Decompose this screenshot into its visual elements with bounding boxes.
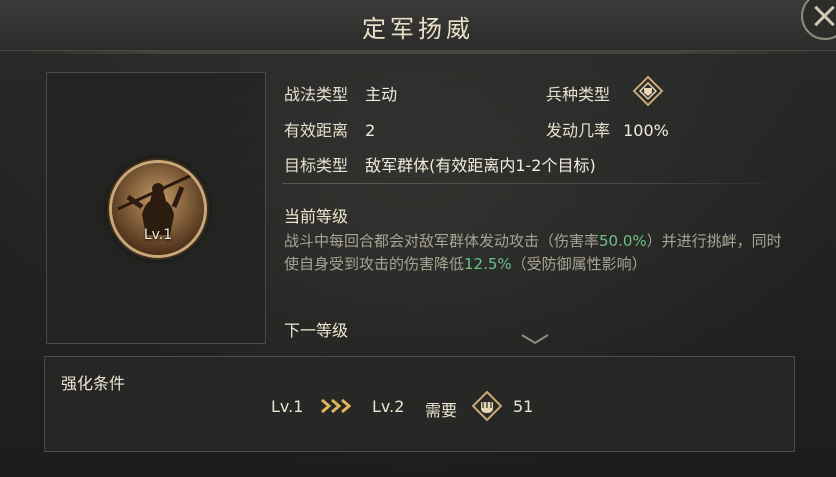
damage-rate: 50.0% xyxy=(599,232,647,250)
skill-detail-panel: 定军扬威 Lv.1 战法类型 主动 有效距离 2 目标类型 敌军群体(有效距离内… xyxy=(0,0,836,477)
target-row: 目标类型 敌军群体(有效距离内1-2个目标) xyxy=(284,152,596,176)
damage-reduction: 12.5% xyxy=(464,254,512,273)
divider xyxy=(282,183,790,184)
current-level-heading: 当前等级 xyxy=(284,207,349,226)
upgrade-title: 强化条件 xyxy=(61,374,126,393)
skill-type-row: 战法类型 主动 xyxy=(284,81,397,105)
skill-level: Lv.1 xyxy=(143,227,173,243)
troop-type-icon[interactable] xyxy=(632,75,664,107)
material-amount: 51 xyxy=(513,397,534,416)
page-title: 定军扬威 xyxy=(362,15,474,43)
skill-type-label: 战法类型 xyxy=(284,85,349,104)
material-icon[interactable] xyxy=(472,391,502,421)
troop-type-label: 兵种类型 xyxy=(546,85,611,104)
skill-medallion: Lv.1 xyxy=(109,160,207,258)
next-level-heading: 下一等级 xyxy=(284,321,349,340)
current-level-description: 战斗中每回合都会对敌军群体发动攻击（伤害率50.0%）并进行挑衅，同时使自身受到… xyxy=(284,230,784,275)
desc-part-3: （受防御属性影响） xyxy=(511,254,647,273)
range-value: 2 xyxy=(365,121,376,140)
from-level: Lv.1 xyxy=(271,397,304,416)
desc-part-1: 战斗中每回合都会对敌军群体发动攻击（伤害率 xyxy=(284,232,600,250)
range-row: 有效距离 2 xyxy=(284,117,375,141)
trigger-label: 发动几率 xyxy=(546,121,611,140)
triple-chevron-icon xyxy=(321,398,352,414)
to-level: Lv.2 xyxy=(372,397,405,416)
scroll-down-icon[interactable] xyxy=(520,333,550,345)
upgrade-conditions-box: 强化条件 Lv.1 Lv.2 需要 51 xyxy=(44,356,795,452)
troop-type-row: 兵种类型 xyxy=(546,81,610,105)
target-label: 目标类型 xyxy=(284,156,349,175)
trigger-row: 发动几率 100% xyxy=(546,117,669,141)
target-value: 敌军群体(有效距离内1-2个目标) xyxy=(365,156,596,175)
title-bar: 定军扬威 xyxy=(0,0,836,54)
range-label: 有效距离 xyxy=(284,121,349,140)
need-label: 需要 xyxy=(425,401,458,420)
skill-type-value: 主动 xyxy=(365,85,398,104)
trigger-value: 100% xyxy=(623,121,669,140)
